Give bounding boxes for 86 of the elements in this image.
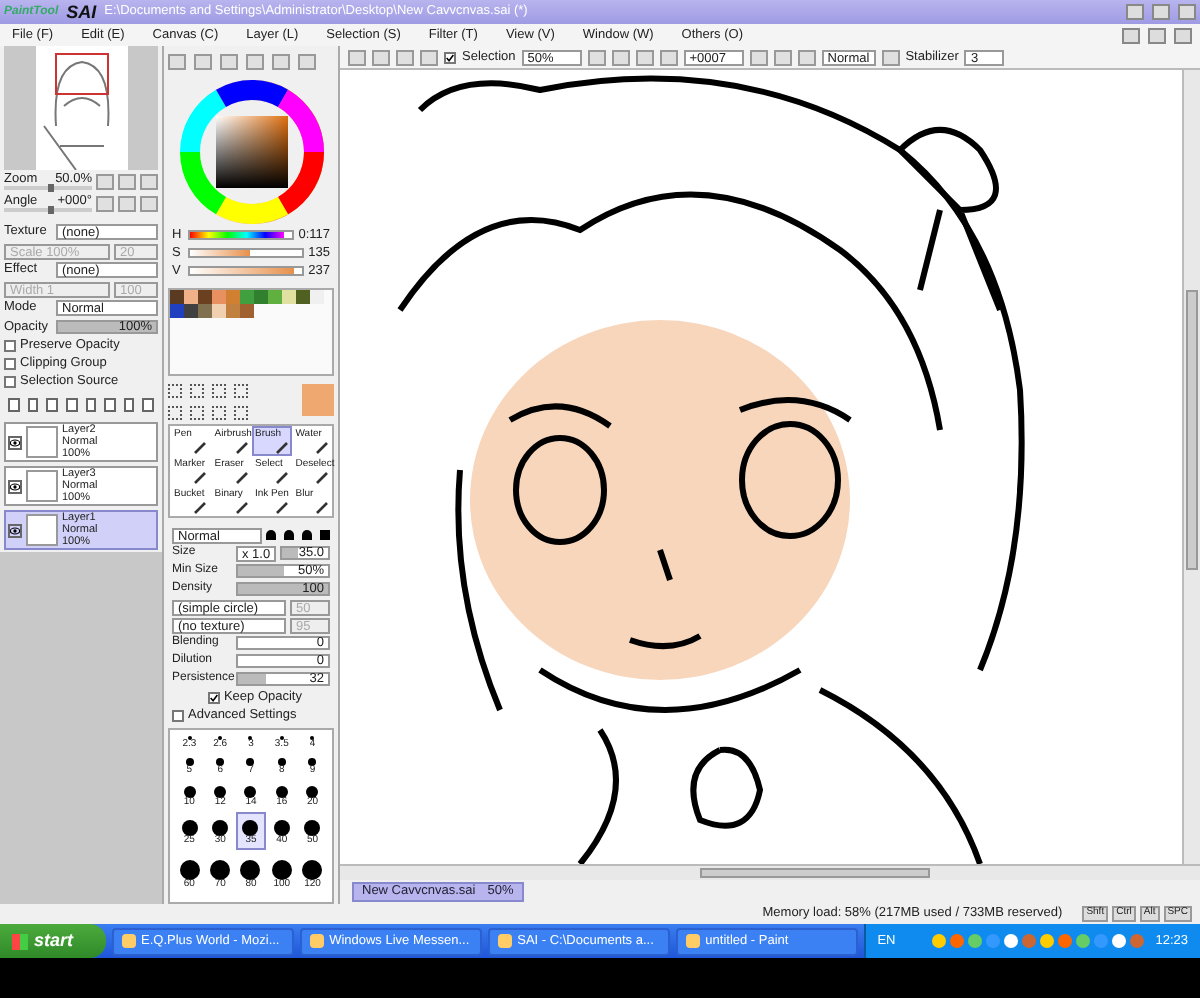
eye-icon[interactable] bbox=[8, 435, 22, 449]
brush-dot-icon bbox=[210, 860, 231, 881]
brush-dot-icon bbox=[306, 786, 319, 799]
pen-icon bbox=[275, 442, 288, 454]
brush-dot-icon bbox=[218, 736, 223, 741]
vertical-scrollbar[interactable] bbox=[1182, 70, 1200, 864]
app-icon bbox=[497, 934, 512, 948]
brush-dot-icon bbox=[187, 736, 192, 741]
brush-dot-icon bbox=[304, 820, 321, 837]
checkbox[interactable] bbox=[4, 375, 16, 387]
pen-icon bbox=[235, 472, 247, 484]
pen-icon bbox=[194, 442, 207, 454]
restore-button[interactable] bbox=[1148, 27, 1166, 43]
brush-dot-icon bbox=[185, 758, 194, 767]
horizontal-scrollbar[interactable] bbox=[340, 864, 1200, 880]
color-swatch[interactable] bbox=[282, 290, 296, 304]
pen-icon bbox=[194, 502, 207, 514]
color-slider[interactable] bbox=[188, 248, 305, 258]
color-slider[interactable] bbox=[188, 266, 305, 276]
start-button[interactable]: start bbox=[0, 924, 106, 958]
brush-dot-icon bbox=[216, 758, 225, 767]
slider-thumb[interactable] bbox=[48, 206, 54, 215]
primary-color[interactable] bbox=[302, 384, 334, 416]
brush-dot-icon bbox=[179, 860, 200, 881]
color-swatch[interactable] bbox=[184, 304, 198, 318]
color-swatch[interactable] bbox=[254, 290, 268, 304]
color-swatch[interactable] bbox=[240, 290, 254, 304]
logo-text: SAI bbox=[66, 1, 97, 23]
app-icon bbox=[309, 934, 324, 948]
scrollbar-thumb[interactable] bbox=[1186, 290, 1198, 570]
layer-thumbnail bbox=[26, 470, 58, 502]
checkbox[interactable] bbox=[207, 691, 220, 703]
brush-dot-icon bbox=[277, 758, 286, 767]
brush-dot-icon bbox=[271, 860, 292, 881]
brush-dot-icon bbox=[214, 786, 227, 799]
scrollbar-thumb[interactable] bbox=[700, 868, 930, 878]
pen-icon bbox=[235, 442, 247, 454]
brush-dot-icon bbox=[181, 820, 198, 837]
pen-icon bbox=[275, 472, 288, 484]
pen-icon bbox=[235, 502, 247, 514]
color-swatch[interactable] bbox=[212, 304, 226, 318]
app-icon bbox=[685, 934, 700, 948]
brush-dot-icon bbox=[302, 860, 323, 881]
checkbox[interactable] bbox=[172, 709, 184, 721]
color-swatch[interactable] bbox=[226, 290, 240, 304]
pen-icon bbox=[316, 442, 328, 454]
brush-dot-icon bbox=[244, 786, 257, 799]
pen-icon bbox=[316, 502, 328, 514]
pen-icon bbox=[275, 502, 288, 514]
brush-dot-icon bbox=[275, 786, 288, 799]
checkbox[interactable] bbox=[4, 357, 16, 369]
color-wheel[interactable] bbox=[177, 78, 325, 226]
windows-flag-icon bbox=[12, 933, 28, 949]
color-swatch[interactable] bbox=[198, 304, 212, 318]
layer-thumbnail bbox=[26, 426, 58, 458]
color-swatch[interactable] bbox=[170, 304, 184, 318]
maximize-button[interactable] bbox=[1152, 4, 1170, 20]
brush-dot-icon bbox=[183, 786, 196, 799]
color-slider[interactable] bbox=[188, 230, 295, 240]
color-swatch[interactable] bbox=[198, 290, 212, 304]
brush-dot-icon bbox=[273, 820, 290, 837]
color-swatch[interactable] bbox=[268, 290, 282, 304]
app-icon bbox=[121, 934, 136, 948]
brush-dot-icon bbox=[246, 758, 255, 767]
slider-thumb[interactable] bbox=[48, 184, 54, 193]
color-swatch[interactable] bbox=[240, 304, 254, 318]
color-swatch[interactable] bbox=[170, 290, 184, 304]
layer-thumbnail bbox=[26, 514, 58, 546]
color-swatch[interactable] bbox=[226, 304, 240, 318]
brush-dot-icon bbox=[308, 758, 317, 767]
brush-dot-icon bbox=[248, 736, 253, 741]
color-swatch[interactable] bbox=[310, 290, 324, 304]
pen-icon bbox=[194, 472, 207, 484]
brush-dot-icon bbox=[212, 820, 229, 837]
color-swatch[interactable] bbox=[296, 290, 310, 304]
eye-icon[interactable] bbox=[8, 479, 22, 493]
checkbox[interactable] bbox=[4, 339, 16, 351]
brush-dot-icon bbox=[279, 736, 284, 741]
brush-dot-icon bbox=[310, 736, 315, 741]
brush-dot-icon bbox=[240, 860, 261, 881]
checkbox[interactable] bbox=[444, 51, 456, 63]
brush-dot-icon bbox=[242, 820, 259, 837]
eye-icon[interactable] bbox=[8, 523, 22, 537]
color-swatch[interactable] bbox=[212, 290, 226, 304]
pen-icon bbox=[316, 472, 328, 484]
color-swatch[interactable] bbox=[184, 290, 198, 304]
